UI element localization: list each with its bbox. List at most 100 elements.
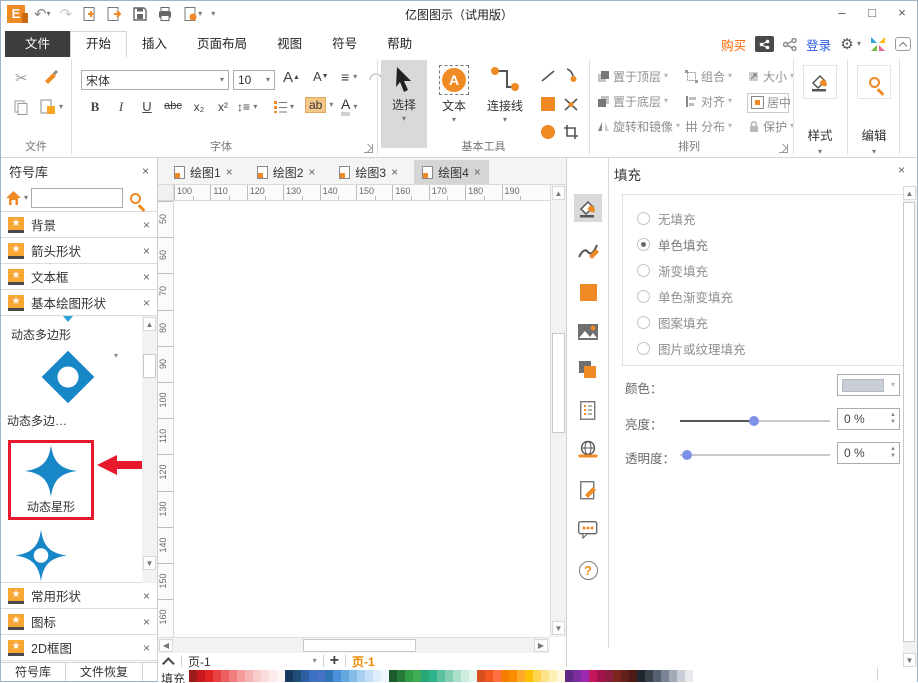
paste-icon[interactable]: ▾ xyxy=(39,99,63,115)
scroll-left-icon[interactable]: ◀ xyxy=(159,639,173,652)
palette-swatch[interactable] xyxy=(589,670,597,682)
select-tool-button[interactable]: 选择 ▾ xyxy=(381,60,427,148)
footer-tab-1[interactable]: 符号库 xyxy=(1,663,66,681)
annotation-pencil-icon[interactable] xyxy=(574,476,602,504)
palette-swatch[interactable] xyxy=(485,670,493,682)
palette-swatch[interactable] xyxy=(277,670,285,682)
palette-swatch[interactable] xyxy=(381,670,389,682)
shrink-font-icon[interactable]: A▼ xyxy=(313,69,329,84)
redo-icon[interactable]: ↷ xyxy=(60,5,73,23)
fill-bucket-icon[interactable] xyxy=(574,194,602,222)
arrange-item-6[interactable]: 居中 xyxy=(747,93,789,113)
superscript-button[interactable]: x² xyxy=(213,100,233,114)
category-bottom-1[interactable]: ★常用形状× xyxy=(1,582,157,609)
arrange-item-8[interactable]: 分布▾ xyxy=(685,115,747,137)
palette-swatch[interactable] xyxy=(573,670,581,682)
font-family-select[interactable]: 宋体▾ xyxy=(81,70,229,90)
arrange-dialog-launcher-icon[interactable] xyxy=(779,144,788,153)
font-size-select[interactable]: 10▾ xyxy=(233,70,275,90)
panel-scrollbar[interactable]: ▲ ▼ xyxy=(903,186,917,667)
fill-option-3[interactable]: 渐变填充 xyxy=(637,257,903,283)
palette-swatch[interactable] xyxy=(197,670,205,682)
brightness-spinner[interactable]: 0 % ▲▼ xyxy=(837,408,900,430)
shape-dynamic-star[interactable] xyxy=(25,445,77,497)
drawing-tab-close-icon[interactable]: × xyxy=(474,165,481,179)
palette-swatch[interactable] xyxy=(517,670,525,682)
palette-swatch[interactable] xyxy=(325,670,333,682)
palette-swatch[interactable] xyxy=(461,670,469,682)
print-icon[interactable] xyxy=(157,6,173,22)
italic-button[interactable]: I xyxy=(111,99,131,115)
palette-swatch[interactable] xyxy=(437,670,445,682)
palette-swatch[interactable] xyxy=(685,670,693,682)
palette-swatch[interactable] xyxy=(405,670,413,682)
opacity-slider-knob[interactable] xyxy=(682,450,692,460)
arrange-item-2[interactable]: 组合▾ xyxy=(685,65,747,87)
footer-tab-2[interactable]: 文件恢复 xyxy=(66,663,143,681)
menu-tab-7[interactable]: 帮助 xyxy=(372,31,427,57)
palette-swatch[interactable] xyxy=(653,670,661,682)
category-bottom-2[interactable]: ★图标× xyxy=(1,608,157,635)
category-close-icon[interactable]: × xyxy=(143,218,150,232)
palette-swatch[interactable] xyxy=(413,670,421,682)
note-list-icon[interactable] xyxy=(574,396,602,424)
palette-swatch[interactable] xyxy=(605,670,613,682)
scroll-up-icon[interactable]: ▲ xyxy=(143,317,156,331)
font-color-icon[interactable]: A ▾ xyxy=(341,97,357,116)
scroll-up-icon[interactable]: ▲ xyxy=(903,186,916,200)
palette-swatch[interactable] xyxy=(621,670,629,682)
radio-icon[interactable] xyxy=(637,264,650,277)
palette-swatch[interactable] xyxy=(245,670,253,682)
palette-swatch[interactable] xyxy=(557,670,565,682)
brightness-slider-knob[interactable] xyxy=(749,416,759,426)
menu-tab-6[interactable]: 符号 xyxy=(317,31,372,57)
scrollbar-thumb[interactable] xyxy=(903,202,915,642)
customize-toolbar-icon[interactable]: ▾ xyxy=(211,10,215,18)
color-dropdown[interactable]: ▾ xyxy=(837,374,900,396)
palette-swatch[interactable] xyxy=(669,670,677,682)
opacity-spinner[interactable]: 0 % ▲▼ xyxy=(837,442,900,464)
open-file-icon[interactable] xyxy=(106,6,123,22)
palette-swatch[interactable] xyxy=(349,670,357,682)
bullet-list-icon[interactable]: ▾ xyxy=(273,100,294,113)
category-close-icon[interactable]: × xyxy=(143,244,150,258)
grow-font-icon[interactable]: A▲ xyxy=(283,69,300,86)
copy-icon[interactable] xyxy=(13,99,29,115)
palette-swatch[interactable] xyxy=(365,670,373,682)
edit-group-button[interactable]: 编辑 ▾ xyxy=(851,59,897,156)
shape-list-scrollbar[interactable]: ▲ ▼ xyxy=(142,316,157,583)
add-page-button[interactable]: + xyxy=(330,655,339,667)
style-group-button[interactable]: 样式 ▾ xyxy=(797,59,843,156)
fill-panel-close-icon[interactable]: × xyxy=(898,163,905,177)
palette-swatch[interactable] xyxy=(581,670,589,682)
palette-swatch[interactable] xyxy=(645,670,653,682)
palette-swatch[interactable] xyxy=(189,670,197,682)
rectangle-tool-icon[interactable] xyxy=(541,97,555,111)
drawing-tab-close-icon[interactable]: × xyxy=(308,165,315,179)
palette-swatch[interactable] xyxy=(357,670,365,682)
palette-swatch[interactable] xyxy=(469,670,477,682)
radio-icon[interactable] xyxy=(637,290,650,303)
align-text-icon[interactable]: ≡ ▾ xyxy=(341,69,357,85)
freeform-tool-icon[interactable] xyxy=(563,97,579,112)
symbol-search-icon[interactable] xyxy=(130,193,141,204)
login-link[interactable]: 登录 xyxy=(806,35,831,54)
palette-swatch[interactable] xyxy=(613,670,621,682)
menu-tab-3[interactable]: 插入 xyxy=(127,31,182,57)
palette-swatch[interactable] xyxy=(541,670,549,682)
palette-swatch[interactable] xyxy=(237,670,245,682)
palette-swatch[interactable] xyxy=(421,670,429,682)
format-painter-icon[interactable] xyxy=(43,69,59,84)
arc-tool-icon[interactable] xyxy=(563,67,578,83)
scroll-up-icon[interactable]: ▲ xyxy=(552,186,565,200)
maximize-button[interactable]: □ xyxy=(857,3,887,25)
palette-swatch[interactable] xyxy=(205,670,213,682)
scrollbar-thumb[interactable] xyxy=(303,639,416,652)
category-close-icon[interactable]: × xyxy=(143,270,150,284)
subscript-button[interactable]: x₂ xyxy=(189,100,209,114)
scroll-right-icon[interactable]: ▶ xyxy=(534,639,548,652)
category-3[interactable]: ★文本框× xyxy=(1,263,157,290)
palette-swatch[interactable] xyxy=(341,670,349,682)
palette-swatch[interactable] xyxy=(317,670,325,682)
category-bottom-3[interactable]: ★2D框图× xyxy=(1,634,157,661)
